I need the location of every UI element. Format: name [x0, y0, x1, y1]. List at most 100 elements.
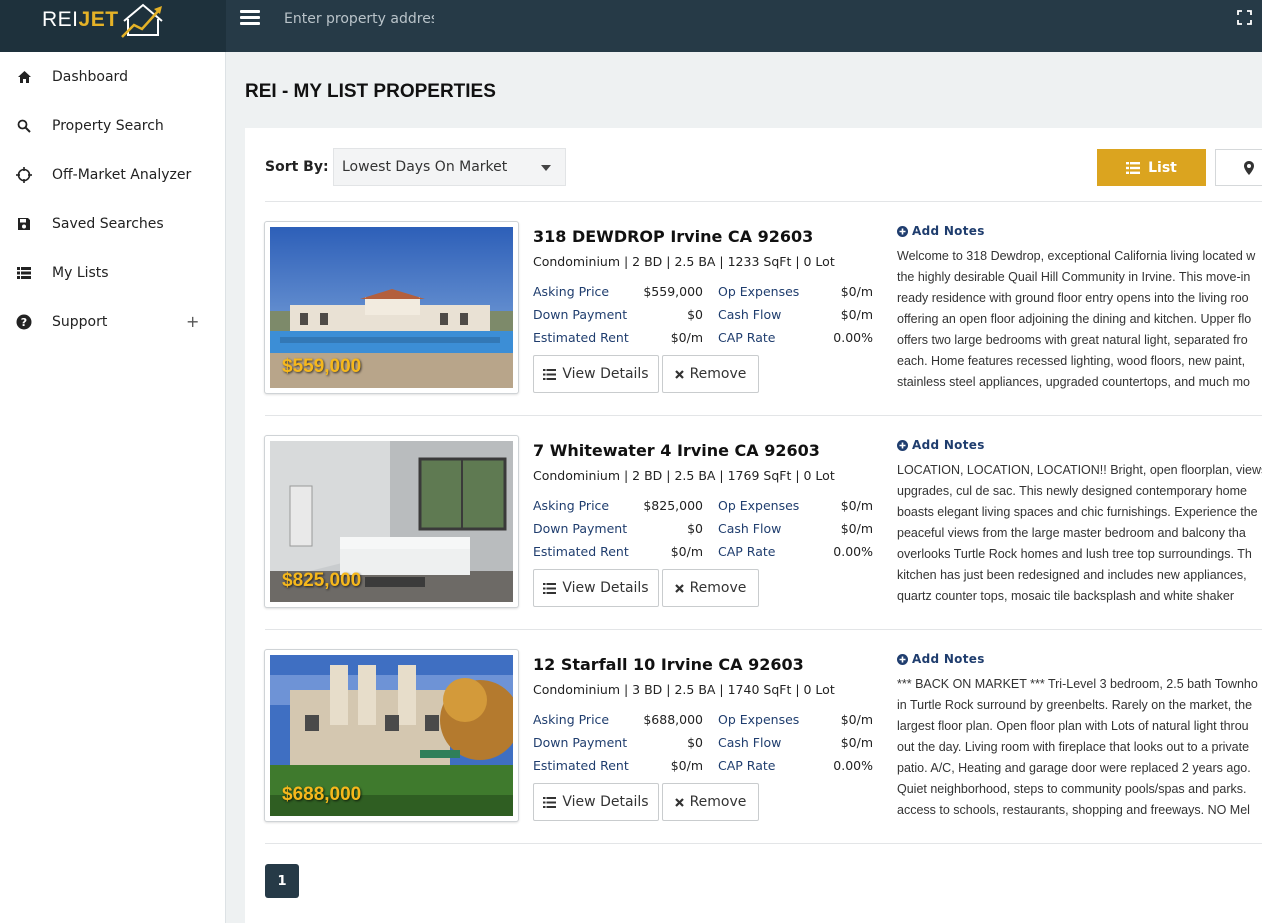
logo-area: REIJET	[0, 0, 226, 52]
estimated-rent-value: $0/m	[670, 758, 703, 773]
add-notes-link[interactable]: Add Notes	[897, 652, 985, 666]
sort-select[interactable]: Lowest Days On Market	[333, 148, 566, 186]
description-line: in Turtle Rock surround by greenbelts. R…	[897, 698, 1253, 712]
cash-flow-label: Cash Flow	[718, 735, 782, 750]
hamburger-menu-icon[interactable]	[240, 10, 260, 26]
list-icon	[543, 582, 557, 594]
cash-flow-value: $0/m	[840, 521, 873, 536]
page-title: REI - MY LIST PROPERTIES	[245, 81, 496, 102]
house-chart-icon	[121, 3, 163, 38]
property-photo[interactable]: $688,000	[264, 649, 519, 822]
sidebar-item-saved-searches[interactable]: Saved Searches	[0, 199, 226, 248]
description-line: offers two large bedrooms with great nat…	[897, 333, 1248, 347]
home-icon	[15, 68, 33, 86]
list-icon	[543, 368, 557, 380]
op-expenses-value: $0/m	[840, 712, 873, 727]
down-payment-label: Down Payment	[533, 307, 628, 322]
property-photo[interactable]: $825,000	[264, 435, 519, 608]
description-line: kitchen has just been redesigned and inc…	[897, 568, 1247, 582]
cap-rate-value: 0.00%	[833, 544, 873, 559]
divider	[265, 415, 1262, 416]
asking-price-label: Asking Price	[533, 284, 610, 299]
sidebar-item-label: Support	[52, 313, 108, 330]
property-description: *** BACK ON MARKET *** Tri-Level 3 bedro…	[897, 674, 1262, 822]
view-details-label: View Details	[562, 794, 649, 810]
add-notes-link[interactable]: Add Notes	[897, 224, 985, 238]
cash-flow-label: Cash Flow	[718, 521, 782, 536]
plus-circle-icon	[897, 653, 908, 665]
view-details-label: View Details	[562, 366, 649, 382]
property-description: Welcome to 318 Dewdrop, exceptional Cali…	[897, 246, 1262, 394]
sidebar-item-property-search[interactable]: Property Search	[0, 101, 226, 150]
description-line: stainless steel appliances, upgraded cou…	[897, 375, 1250, 389]
sidebar-item-label: Off-Market Analyzer	[52, 166, 192, 183]
cash-flow-value: $0/m	[840, 307, 873, 322]
expand-plus-icon[interactable]: +	[186, 312, 199, 331]
view-details-label: View Details	[562, 580, 649, 596]
op-expenses-label: Op Expenses	[718, 498, 800, 513]
property-title[interactable]: 7 Whitewater 4 Irvine CA 92603	[533, 441, 820, 460]
sort-label: Sort By:	[265, 159, 329, 175]
property-description: LOCATION, LOCATION, LOCATION!! Bright, o…	[897, 460, 1262, 608]
plus-circle-icon	[897, 439, 908, 451]
property-address-search-input[interactable]	[284, 6, 434, 32]
property-card: $559,000 318 DEWDROP Irvine CA 92603 Con…	[264, 221, 1262, 435]
floppy-disk-icon	[15, 215, 33, 233]
estimated-rent-label: Estimated Rent	[533, 544, 629, 559]
property-title[interactable]: 318 DEWDROP Irvine CA 92603	[533, 227, 813, 246]
cap-rate-value: 0.00%	[833, 758, 873, 773]
sidebar-item-label: Property Search	[52, 117, 164, 134]
estimated-rent-value: $0/m	[670, 330, 703, 345]
divider	[265, 201, 1262, 202]
view-details-button[interactable]: View Details	[533, 569, 659, 607]
description-line: peaceful views from the large master bed…	[897, 526, 1246, 540]
sort-selected-value: Lowest Days On Market	[342, 159, 508, 175]
description-line: largest floor plan. Open floor plan with…	[897, 719, 1249, 733]
map-view-button[interactable]	[1215, 149, 1262, 186]
description-line: patio. A/C, Heating and garage door were…	[897, 761, 1251, 775]
view-details-button[interactable]: View Details	[533, 783, 659, 821]
logo[interactable]: REIJET	[42, 8, 119, 32]
op-expenses-label: Op Expenses	[718, 712, 800, 727]
photo-price-overlay: $825,000	[282, 570, 362, 591]
description-line: the highly desirable Quail Hill Communit…	[897, 270, 1251, 284]
cap-rate-value: 0.00%	[833, 330, 873, 345]
description-line: ready residence with ground floor entry …	[897, 291, 1249, 305]
cash-flow-value: $0/m	[840, 735, 873, 750]
caret-down-icon	[541, 165, 551, 171]
property-photo[interactable]: $559,000	[264, 221, 519, 394]
sidebar-item-dashboard[interactable]: Dashboard	[0, 52, 226, 101]
divider	[265, 629, 1262, 630]
add-notes-link[interactable]: Add Notes	[897, 438, 985, 452]
photo-price-overlay: $688,000	[282, 784, 362, 805]
property-specs: Condominium | 3 BD | 2.5 BA | 1740 SqFt …	[533, 682, 835, 697]
property-title[interactable]: 12 Starfall 10 Irvine CA 92603	[533, 655, 804, 674]
remove-button[interactable]: Remove	[662, 569, 759, 607]
sidebar-item-support[interactable]: ? Support +	[0, 297, 226, 346]
op-expenses-value: $0/m	[840, 498, 873, 513]
pagination-page-1[interactable]: 1	[265, 864, 299, 898]
sidebar-item-off-market-analyzer[interactable]: Off-Market Analyzer	[0, 150, 226, 199]
list-view-button[interactable]: List	[1097, 149, 1206, 186]
sidebar-item-label: My Lists	[52, 264, 109, 281]
estimated-rent-label: Estimated Rent	[533, 758, 629, 773]
down-payment-label: Down Payment	[533, 521, 628, 536]
sidebar-item-my-lists[interactable]: My Lists	[0, 248, 226, 297]
cap-rate-label: CAP Rate	[718, 544, 776, 559]
remove-button[interactable]: Remove	[662, 355, 759, 393]
description-line: LOCATION, LOCATION, LOCATION!! Bright, o…	[897, 463, 1262, 477]
view-details-button[interactable]: View Details	[533, 355, 659, 393]
sidebar-item-label: Dashboard	[52, 68, 128, 85]
fullscreen-icon[interactable]	[1237, 10, 1252, 25]
remove-button[interactable]: Remove	[662, 783, 759, 821]
list-icon	[15, 264, 33, 282]
property-card: $688,000 12 Starfall 10 Irvine CA 92603 …	[264, 649, 1262, 863]
divider	[265, 843, 1262, 844]
top-bar: REIJET	[0, 0, 1262, 52]
property-card: $825,000 7 Whitewater 4 Irvine CA 92603 …	[264, 435, 1262, 649]
down-payment-label: Down Payment	[533, 735, 628, 750]
remove-label: Remove	[689, 794, 747, 810]
logo-text-rei: REI	[42, 8, 79, 31]
close-icon	[674, 797, 684, 807]
cap-rate-label: CAP Rate	[718, 330, 776, 345]
